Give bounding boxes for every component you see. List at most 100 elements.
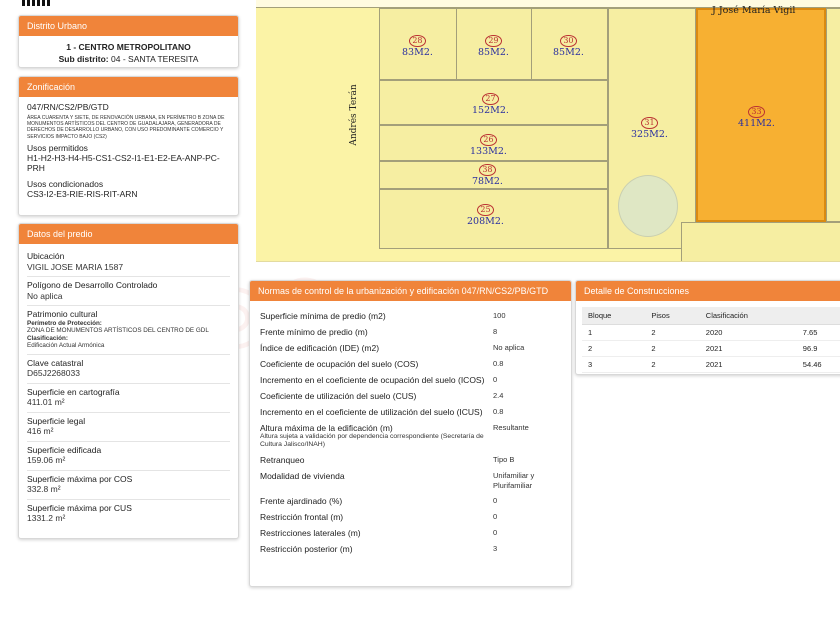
distrito-name: 1 - CENTRO METROPOLITANO [66,42,191,52]
sup-legal-row: Superficie legal 416 m² [27,413,230,442]
normas-label: Frente mínimo de predio (m) [260,327,368,337]
normas-value: 8 [493,327,498,336]
subdistrito-value: 04 - SANTA TERESITA [111,54,199,64]
construccion-cell: 7.65 [796,324,840,341]
normas-row: Coeficiente de ocupación del suelo (COS)… [250,356,571,372]
predio-panel: Datos del predio Ubicación VIGIL JOSE MA… [18,223,239,539]
construcciones-table: Bloque Pisos Clasificación 1 2 2020 7.65 2 2 2… [582,307,840,373]
normas-sublabel: Altura sujeta a validación por dependenc… [260,433,484,448]
clave-value: D65J2268033 [27,368,80,378]
lot-29-label: 29 85M2. [478,35,509,58]
construccion-row[interactable]: 2 2 2021 96.9 [582,340,840,357]
construccion-cell: 1 [582,324,646,341]
normas-label: Restricciones laterales (m) [260,528,361,538]
normas-label: Superficie mínima de predio (m2) [260,311,386,321]
zonificacion-header: Zonificación [19,77,238,97]
lot-26-label: 26 133M2. [470,134,507,157]
construccion-row[interactable]: 1 2 2020 7.65 [582,324,840,341]
normas-value: No aplica [493,343,525,352]
sup-cos-value: 332.8 m² [27,484,61,494]
normas-value: 3 [493,544,498,553]
normas-value: Resultante [493,423,529,432]
lot-right-edge[interactable] [826,8,840,222]
usos-condicionados-value: CS3-I2-E3-RIE-RIS-RIT-ARN [27,188,138,199]
qr-code-fragment [22,0,52,6]
construcciones-panel: Detalle de Construcciones Bloque Pisos C… [575,280,840,375]
sup-legal-label: Superficie legal [27,415,86,426]
sup-cus-value: 1331.2 m² [27,513,66,523]
construccion-cell: 2 [645,356,700,373]
normas-row: Índice de edificación (IDE) (m2) No aplic… [250,340,571,356]
patrimonio-row: Patrimonio cultural Perímetro de Protecc… [27,306,230,355]
predio-header: Datos del predio [19,224,238,244]
normas-row: Restricción posterior (m) 3 [250,541,571,557]
normas-label: Restricción frontal (m) [260,512,344,522]
col-pisos[interactable]: Pisos [645,307,700,325]
lot-bottom-strip[interactable] [681,222,840,261]
normas-label: Índice de edificación (IDE) (m2) [260,343,380,353]
normas-row: Superficie mínima de predio (m2) 100 [250,308,571,324]
street-label-vigil: J José María Vigil [712,5,796,16]
construccion-cell: 2021 [699,356,797,373]
normas-label: Restricción posterior (m) [260,544,353,554]
normas-row: Incremento en el coeficiente de utilizac… [250,404,571,420]
ubicacion-row: Ubicación VIGIL JOSE MARIA 1587 [27,248,230,277]
normas-row: Restricciones laterales (m) 0 [250,525,571,541]
construccion-cell: 2021 [699,340,797,357]
normas-value: 100 [493,311,506,320]
normas-value: 0.8 [493,407,504,416]
normas-label: Retranqueo [260,455,305,465]
lot-27-label: 27 152M2. [472,93,509,116]
pond-shape [618,175,678,237]
subdistrito-label: Sub distrito: [58,54,109,64]
normas-row: Frente mínimo de predio (m) 8 [250,324,571,340]
cadastral-map[interactable]: 28 83M2. 29 85M2. 30 85M2. 27 152M2. 26 133M2… [256,0,840,262]
normas-label: Frente ajardinado (%) [260,496,343,506]
col-clasificacion[interactable]: Clasificación [699,307,797,325]
normas-value: Tipo B [493,455,515,464]
construccion-row[interactable]: 3 2 2021 54.46 [582,356,840,373]
construccion-cell: 2 [645,324,700,341]
ubicacion-value: VIGIL JOSE MARIA 1587 [27,261,124,272]
sup-cos-row: Superficie máxima por COS 332.8 m² [27,471,230,500]
normas-row: Modalidad de vivienda Unifamiliar y Pluri… [250,468,571,493]
normas-row: Incremento en el coeficiente de ocupació… [250,372,571,388]
lot-28-label: 28 83M2. [402,35,433,58]
normas-row: Altura máxima de la edificación (m) Altur… [250,420,571,452]
construcciones-header: Detalle de Construcciones [576,281,840,301]
normas-value: 0 [493,496,498,505]
lot-33-label: 33 411M2. [738,106,775,129]
normas-label: Coeficiente de utilización del suelo (CU… [260,391,417,401]
normas-row: Frente ajardinado (%) 0 [250,493,571,509]
normas-value: 0 [493,375,498,384]
perimetro-value: ZONA DE MONUMENTOS ARTÍSTICOS DEL CENTRO… [27,327,209,334]
sup-cus-label: Superficie máxima por CUS [27,502,132,513]
sup-edif-value: 159.06 m² [27,455,66,465]
zonificacion-code: 047/RN/CS2/PB/GTD [27,102,109,112]
street-label-andres-teran: Andrés Terán [349,84,359,146]
usos-permitidos-label: Usos permitidos [27,142,88,153]
construccion-cell: 54.46 [796,356,840,373]
normas-value: 0.8 [493,359,504,368]
clasificacion-value: Edificación Actual Armónica [27,342,105,349]
zonificacion-panel: Zonificación 047/RN/CS2/PB/GTD ÁREA CUAR… [18,76,239,216]
perimetro-label: Perímetro de Protección: [27,319,102,327]
normas-table: Superficie mínima de predio (m2) 100 Frent… [250,308,571,557]
col-extra[interactable] [796,307,840,325]
construccion-cell: 2020 [699,324,797,341]
construccion-cell: 2 [645,340,700,357]
normas-value: 0 [493,528,498,537]
sup-edif-label: Superficie edificada [27,444,102,455]
clave-row: Clave catastral D65J2268033 [27,355,230,384]
construccion-cell: 2 [582,340,646,357]
sup-carto-row: Superficie en cartografía 411.01 m² [27,384,230,413]
sup-edif-row: Superficie edificada 159.06 m² [27,442,230,471]
ubicacion-label: Ubicación [27,251,65,261]
lot-30-label: 30 85M2. [553,35,584,58]
normas-value: 0 [493,512,498,521]
normas-label: Incremento en el coeficiente de utilizac… [260,407,483,417]
poligono-row: Polígono de Desarrollo Controlado No apl… [27,277,230,306]
col-bloque[interactable]: Bloque [582,307,646,325]
normas-value: 2.4 [493,391,504,400]
lot-38-label: 38 78M2. [472,164,503,187]
